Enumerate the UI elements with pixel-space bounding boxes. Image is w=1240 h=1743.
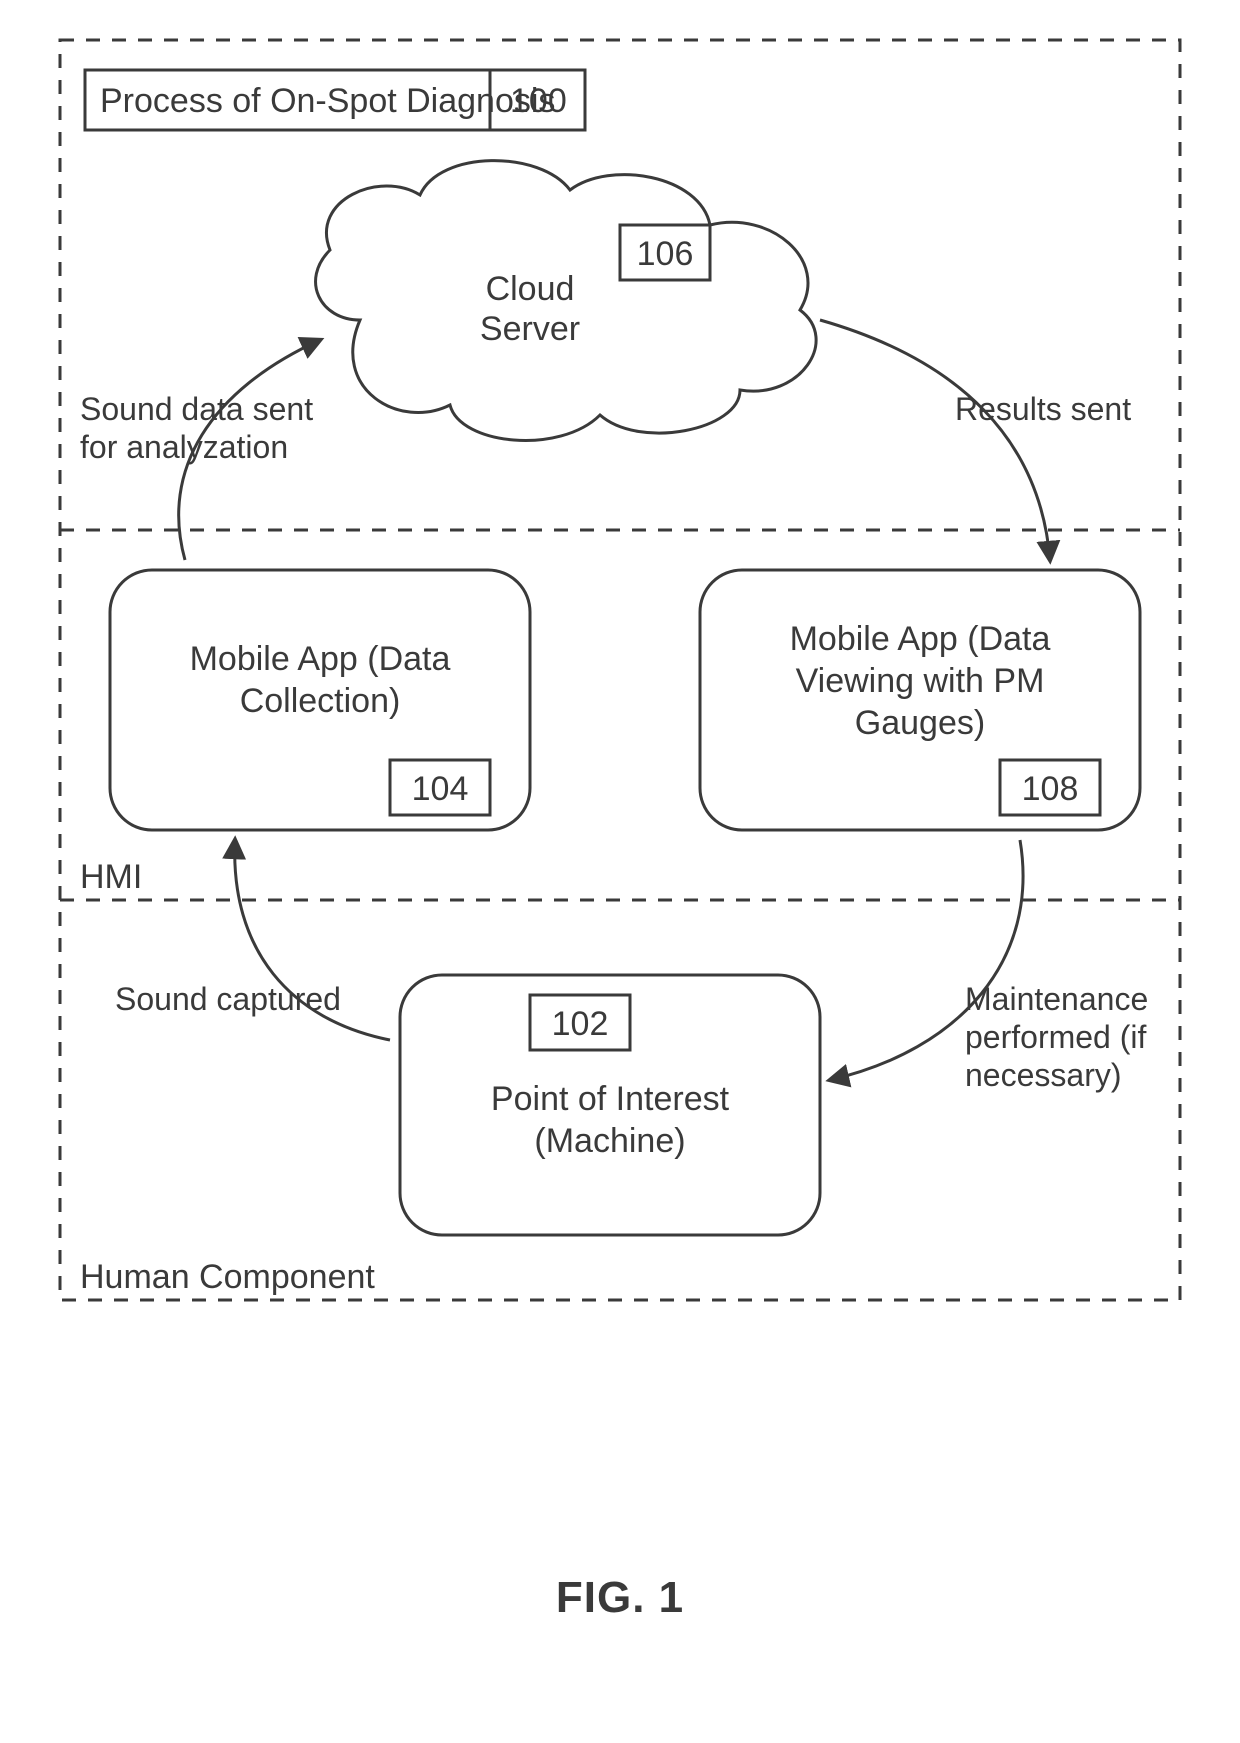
app-collect-l2: Collection) (240, 682, 401, 720)
arrow-sound-captured-l1: Sound captured (115, 981, 341, 1017)
arrow-results-sent-l1: Results sent (955, 391, 1131, 427)
cloud-label-2: Server (480, 310, 580, 348)
poi-node: 102 Point of Interest (Machine) (400, 975, 820, 1235)
arrow-sound-sent-l2: for analyzation (80, 429, 288, 465)
arrow-maintenance-l1: Maintenance (965, 981, 1148, 1017)
title-ref: 100 (510, 82, 567, 120)
app-collect-ref: 104 (412, 770, 469, 808)
cloud-ref: 106 (637, 235, 694, 273)
diagram-canvas: HMI Human Component Process of On-Spot D… (0, 0, 1240, 1500)
app-collect-node: Mobile App (Data Collection) 104 (110, 570, 530, 830)
app-view-node: Mobile App (Data Viewing with PM Gauges)… (700, 570, 1140, 830)
cloud-label-1: Cloud (486, 270, 575, 308)
arrow-maintenance-l3: necessary) (965, 1057, 1122, 1093)
poi-ref: 102 (552, 1005, 609, 1043)
app-collect-l1: Mobile App (Data (190, 640, 451, 678)
app-view-l1: Mobile App (Data (790, 620, 1051, 658)
app-view-l3: Gauges) (855, 704, 985, 742)
app-view-l2: Viewing with PM (796, 662, 1045, 700)
figure-caption: FIG. 1 (0, 1573, 1240, 1623)
title-label: Process of On-Spot Diagnosis (100, 82, 555, 120)
poi-l1: Point of Interest (491, 1080, 730, 1118)
arrow-sound-sent-l1: Sound data sent (80, 391, 313, 427)
cloud-server-node: Cloud Server 106 (316, 161, 817, 441)
app-view-ref: 108 (1022, 770, 1079, 808)
region-label-bottom: Human Component (80, 1258, 375, 1296)
region-label-middle: HMI (80, 858, 142, 896)
arrow-maintenance-l2: performed (if (965, 1019, 1147, 1055)
title-box: Process of On-Spot Diagnosis 100 (85, 70, 585, 130)
poi-l2: (Machine) (534, 1122, 685, 1160)
arrow-results-sent (820, 320, 1050, 560)
